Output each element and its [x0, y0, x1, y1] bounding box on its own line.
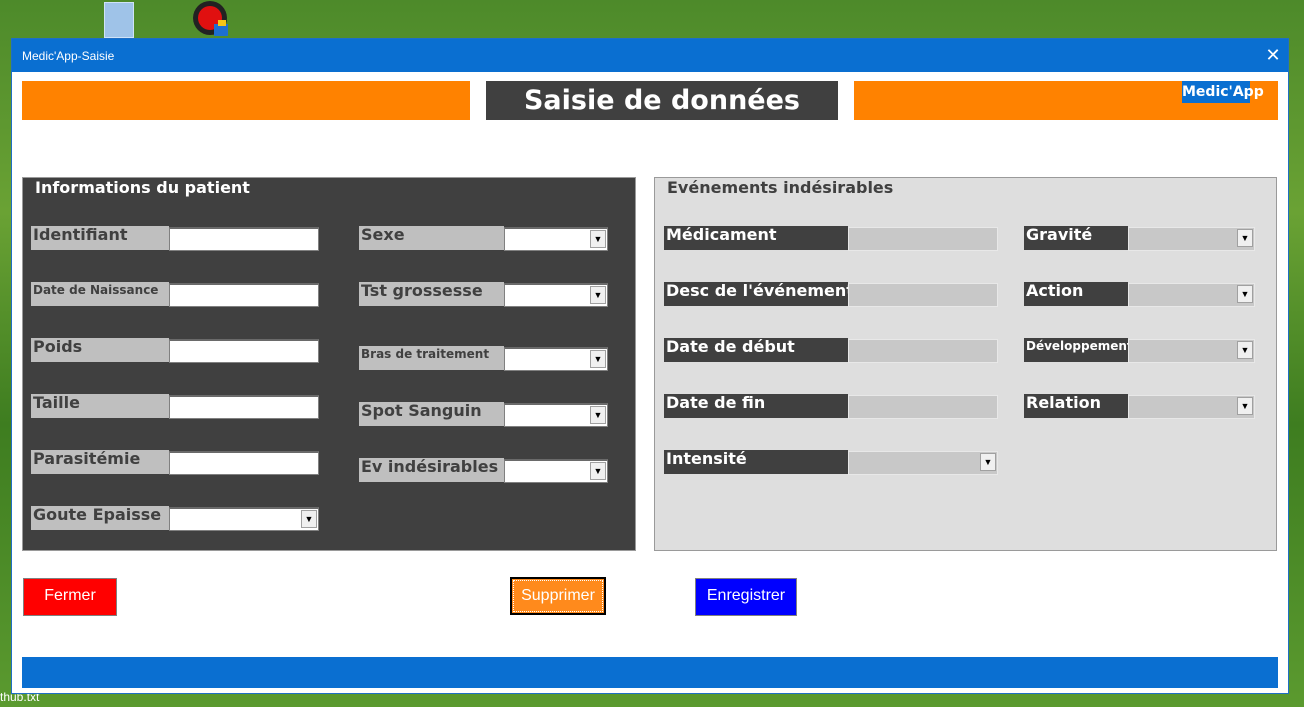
save-button[interactable]: Enregistrer	[695, 578, 797, 616]
relation-select[interactable]: ▼	[1128, 395, 1255, 419]
chevron-down-icon[interactable]: ▼	[1237, 341, 1253, 359]
label-relation: Relation	[1024, 394, 1128, 418]
label-sexe: Sexe	[359, 226, 504, 250]
footer-bar	[22, 657, 1278, 688]
chevron-down-icon[interactable]: ▼	[1237, 397, 1253, 415]
bras-traitement-select[interactable]: ▼	[504, 347, 608, 371]
label-medicament: Médicament	[664, 226, 848, 250]
label-date-debut: Date de début	[664, 338, 848, 362]
goute-epaisse-select[interactable]: ▼	[169, 507, 319, 531]
label-action: Action	[1024, 282, 1128, 306]
gravite-select[interactable]: ▼	[1128, 227, 1255, 251]
patient-info-frame: Informations du patient Identifiant Date…	[22, 177, 636, 551]
chevron-down-icon[interactable]: ▼	[1237, 285, 1253, 303]
label-parasitemie: Parasitémie	[31, 450, 169, 474]
page-title: Saisie de données	[486, 81, 838, 120]
date-naissance-input[interactable]	[169, 283, 319, 307]
label-desc-evenement: Desc de l'événement	[664, 282, 848, 306]
sexe-select[interactable]: ▼	[504, 227, 608, 251]
spot-sanguin-select[interactable]: ▼	[504, 403, 608, 427]
events-frame: Evénements indésirables Médicament Desc …	[654, 177, 1277, 551]
chevron-down-icon[interactable]: ▼	[1237, 229, 1253, 247]
date-fin-input[interactable]	[848, 395, 998, 419]
delete-button[interactable]: Supprimer	[510, 577, 606, 615]
app-logo: Medic'App	[1182, 81, 1264, 103]
chevron-down-icon[interactable]: ▼	[590, 286, 606, 304]
label-date-fin: Date de fin	[664, 394, 848, 418]
label-intensite: Intensité	[664, 450, 848, 474]
medicament-input[interactable]	[848, 227, 998, 251]
app-window: Medic'App-Saisie ✕ Saisie de données Med…	[11, 38, 1289, 694]
header-orange-bar-left	[22, 81, 470, 120]
label-date-naissance: Date de Naissance	[31, 282, 169, 306]
chevron-down-icon[interactable]: ▼	[980, 453, 996, 471]
ev-indesirables-select[interactable]: ▼	[504, 459, 608, 483]
chevron-down-icon[interactable]: ▼	[590, 230, 606, 248]
label-poids: Poids	[31, 338, 169, 362]
chevron-down-icon[interactable]: ▼	[301, 510, 317, 528]
label-tst-grossesse: Tst grossesse	[359, 282, 504, 306]
patient-frame-legend: Informations du patient	[31, 178, 254, 197]
desc-evenement-input[interactable]	[848, 283, 998, 307]
label-gravite: Gravité	[1024, 226, 1128, 250]
chevron-down-icon[interactable]: ▼	[590, 350, 606, 368]
desktop-app-icon[interactable]	[190, 0, 230, 38]
label-identifiant: Identifiant	[31, 226, 169, 250]
parasitemie-input[interactable]	[169, 451, 319, 475]
label-goute-epaisse: Goute Epaisse	[31, 506, 169, 530]
tst-grossesse-select[interactable]: ▼	[504, 283, 608, 307]
taille-input[interactable]	[169, 395, 319, 419]
label-bras-traitement: Bras de traitement	[359, 346, 504, 370]
intensite-select[interactable]: ▼	[848, 451, 998, 475]
window-title: Medic'App-Saisie	[22, 49, 115, 63]
chevron-down-icon[interactable]: ▼	[590, 462, 606, 480]
events-frame-legend: Evénements indésirables	[663, 178, 898, 197]
poids-input[interactable]	[169, 339, 319, 363]
label-developpement: Développement	[1024, 338, 1128, 362]
developpement-select[interactable]: ▼	[1128, 339, 1255, 363]
label-taille: Taille	[31, 394, 169, 418]
close-icon[interactable]: ✕	[1258, 39, 1288, 72]
desktop-icon[interactable]	[104, 2, 134, 38]
date-debut-input[interactable]	[848, 339, 998, 363]
action-select[interactable]: ▼	[1128, 283, 1255, 307]
chevron-down-icon[interactable]: ▼	[590, 406, 606, 424]
label-ev-indesirables: Ev indésirables	[359, 458, 504, 482]
close-button[interactable]: Fermer	[23, 578, 117, 616]
title-bar[interactable]: Medic'App-Saisie ✕	[12, 39, 1288, 72]
identifiant-input[interactable]	[169, 227, 319, 251]
label-spot-sanguin: Spot Sanguin	[359, 402, 504, 426]
